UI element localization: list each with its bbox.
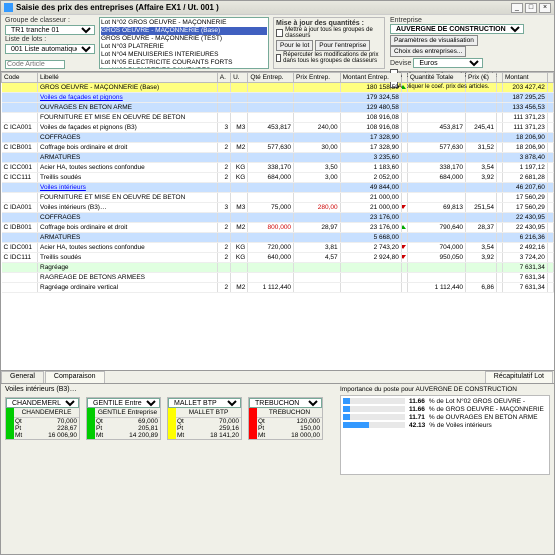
percent-bar — [343, 414, 405, 420]
btn-pour-entreprise[interactable]: Pour l'entreprise — [315, 40, 370, 51]
price-table-wrap[interactable]: CodeLibelléA.U.Qté Entrep.Prix Entrep.Mo… — [1, 71, 554, 371]
company-box: GENTILE EntrepriseGENTILE EntrepriseQt69… — [86, 397, 161, 440]
table-row[interactable]: C IDC001Acier HA, toutes sections confon… — [2, 243, 554, 253]
table-row[interactable]: ARMATURES3 235,603 878,40 — [2, 153, 554, 163]
toolbar: Groupe de classeur : TR1 tranche 01 List… — [1, 15, 554, 71]
groupe-select[interactable]: TR1 tranche 01 — [5, 25, 95, 35]
col-header[interactable]: Libellé — [38, 73, 218, 83]
table-row[interactable]: RAGREAGE DE BETONS ARMEES7 631,34 — [2, 273, 554, 283]
lot-list-item[interactable]: Lot N°03 PLATRERIE — [101, 43, 267, 51]
table-row[interactable]: C IDA001Voiles intérieurs (B3)…3M375,000… — [2, 203, 554, 213]
company-box: CHANDEMERLECHANDEMERLEQt70,000Pt228,67Mt… — [5, 397, 80, 440]
lot-list-item[interactable]: Lot N°05 ELECTRICITE COURANTS FORTS — [101, 59, 267, 67]
company-box: MALLET BTPMALLET BTPQt70,000Pt259,16Mt18… — [167, 397, 242, 440]
btn-choix[interactable]: Choix des entreprises... — [390, 46, 466, 57]
col-header[interactable]: Montant — [503, 73, 548, 83]
minimize-button[interactable]: _ — [511, 3, 523, 13]
percent-bar — [343, 398, 405, 404]
devise-select[interactable]: Euros — [413, 58, 483, 68]
table-row[interactable]: FOURNITURE ET MISE EN OEUVRE DE BETON108… — [2, 113, 554, 123]
company-select[interactable]: MALLET BTP — [168, 398, 241, 408]
table-row[interactable]: FOURNITURE ET MISE EN OEUVRE DE BETON21 … — [2, 193, 554, 203]
company-name: CHANDEMERLE — [14, 408, 79, 418]
lot-list-item[interactable]: Lot N°02 GROS OEUVRE - MAÇONNERIE — [101, 19, 267, 27]
table-row[interactable]: Voiles intérieurs49 844,0046 207,60 — [2, 183, 554, 193]
lot-list-item[interactable]: GROS OEUVRE - MAÇONNERIE (Base) — [101, 27, 267, 35]
col-header[interactable]: Code — [2, 73, 38, 83]
table-row[interactable]: Ragréage7 631,34 — [2, 263, 554, 273]
entreprise-label: Entreprise — [390, 17, 422, 24]
bottom-left-title: Voiles intérieurs (B3)… — [5, 386, 334, 393]
table-row[interactable]: C IDB001Coffrage bois ordinaire et droit… — [2, 223, 554, 233]
col-header[interactable]: Prix (€) — [466, 73, 497, 83]
company-select[interactable]: CHANDEMERLE — [6, 398, 79, 408]
btn-param[interactable]: Paramètres de visualisation — [390, 35, 478, 46]
col-header[interactable]: Montant Entrep. — [340, 73, 401, 83]
tab-recap[interactable]: Récapitulatif Lot — [485, 371, 553, 383]
table-row[interactable]: Ragréage ordinaire vertical2M21 112,4401… — [2, 283, 554, 293]
app-icon — [4, 3, 13, 12]
table-row[interactable]: COFFRAGES17 328,9018 206,90 — [2, 133, 554, 143]
table-row[interactable]: ARMATURES5 668,006 216,36 — [2, 233, 554, 243]
maximize-button[interactable]: □ — [525, 3, 537, 13]
maj-quantites-box: Mise à jour des quantités : Mettre à jou… — [273, 17, 385, 69]
table-row[interactable]: C ICB001Coffrage bois ordinaire et droit… — [2, 143, 554, 153]
table-row[interactable]: C ICC111Treillis soudés2KG684,0003,002 0… — [2, 173, 554, 183]
percent-bar — [343, 422, 405, 428]
window-title: Saisie des prix des entreprises (Affaire… — [16, 3, 219, 12]
tab-comparaison[interactable]: Comparaison — [45, 371, 105, 383]
close-button[interactable]: × — [539, 3, 551, 13]
liste-select[interactable]: 001 Liste automatique s — [5, 44, 95, 54]
table-row[interactable]: C ICA001Voiles de façades et pignons (B3… — [2, 123, 554, 133]
table-row[interactable]: C ICC001Acier HA, toutes sections confon… — [2, 163, 554, 173]
maj-chk2[interactable] — [276, 54, 281, 62]
maj-title: Mise à jour des quantités : — [276, 20, 382, 27]
code-article-input[interactable] — [5, 60, 65, 69]
price-table: CodeLibelléA.U.Qté Entrep.Prix Entrep.Mo… — [1, 72, 554, 293]
recap-title: Importance du poste pour AUVERGNE DE CON… — [340, 386, 550, 393]
titlebar: Saisie des prix des entreprises (Affaire… — [1, 1, 554, 15]
table-row[interactable]: OUVRAGES EN BETON ARME129 480,58133 456,… — [2, 103, 554, 113]
bottom-tabs: General Comparaison Récapitulatif Lot — [1, 371, 554, 383]
company-name: GENTILE Entreprise — [95, 408, 160, 418]
company-name: MALLET BTP — [176, 408, 241, 418]
col-header[interactable]: U. — [231, 73, 248, 83]
liste-label: Liste de lots : — [5, 36, 95, 43]
btn-pour-lot[interactable]: Pour le lot — [276, 40, 313, 51]
bottom-panel: Voiles intérieurs (B3)… CHANDEMERLECHAND… — [1, 383, 554, 511]
col-header[interactable] — [547, 73, 553, 83]
company-select[interactable]: GENTILE Entreprise — [87, 398, 160, 408]
company-name: TREBUCHON — [257, 408, 322, 418]
maj-chk1[interactable] — [276, 29, 283, 37]
col-header[interactable]: Quantité Totale — [407, 73, 465, 83]
table-row[interactable]: C IDC111Treillis soudés2KG640,0004,572 9… — [2, 253, 554, 263]
col-header[interactable]: Prix Entrep. — [294, 73, 341, 83]
lot-list-item[interactable]: Lot N°04 MENUISERIES INTERIEURES — [101, 51, 267, 59]
lot-list-item[interactable]: Lot N°06 PLOMBERIES SANITAIRES — [101, 67, 267, 69]
percent-bar — [343, 406, 405, 412]
devise-label: Devise — [390, 60, 411, 67]
lot-list[interactable]: Lot N°02 GROS OEUVRE - MAÇONNERIE GROS O… — [99, 17, 269, 69]
col-header[interactable]: Qté Entrep. — [248, 73, 294, 83]
recap-box: 11.66% de Lot N°02 GROS OEUVRE -11.66% d… — [340, 395, 550, 475]
lot-list-item[interactable]: GROS OEUVRE - MAÇONNERIE (TEST) — [101, 35, 267, 43]
main-window: Saisie des prix des entreprises (Affaire… — [0, 0, 555, 555]
col-header[interactable]: A. — [217, 73, 230, 83]
table-row[interactable]: COFFRAGES23 176,0022 430,95 — [2, 213, 554, 223]
tab-general[interactable]: General — [1, 371, 44, 383]
groupe-label: Groupe de classeur : — [5, 17, 95, 24]
company-select[interactable]: TREBUCHON — [249, 398, 322, 408]
company-box: TREBUCHONTREBUCHONQt120,000Pt150,00Mt18 … — [248, 397, 323, 440]
entreprise-select[interactable]: AUVERGNE DE CONSTRUCTION — [390, 24, 524, 34]
table-row[interactable]: Voiles de façades et pignons179 324,5818… — [2, 93, 554, 103]
